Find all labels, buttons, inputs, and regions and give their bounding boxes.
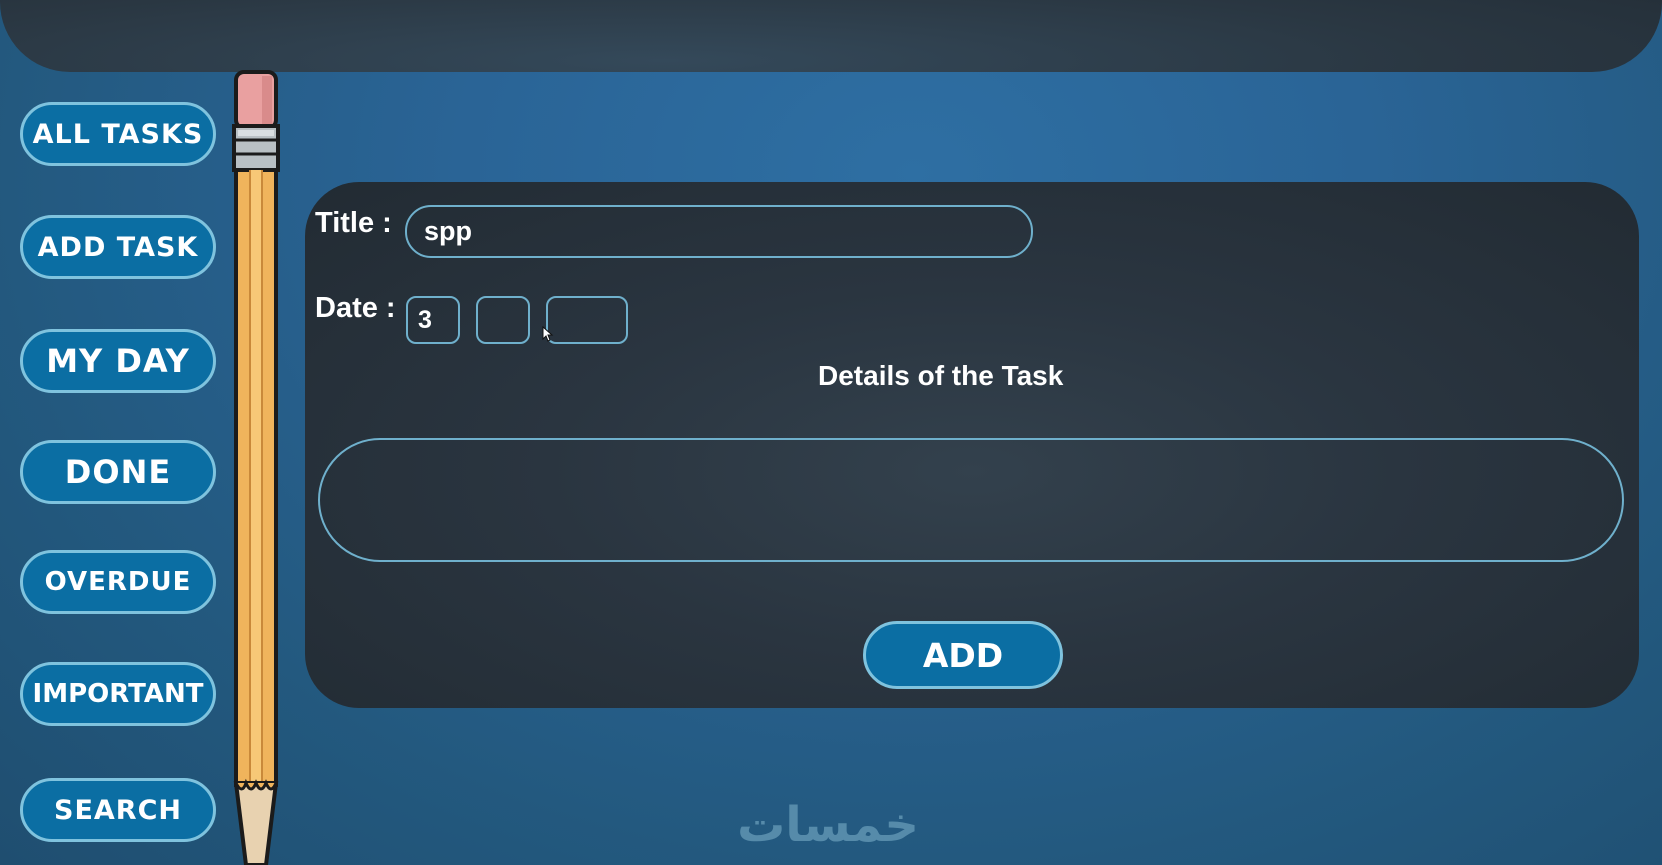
details-textarea[interactable] bbox=[318, 438, 1624, 562]
date-day-input[interactable] bbox=[406, 296, 460, 344]
all-tasks-button[interactable]: ALL TASKS bbox=[20, 102, 216, 166]
my-day-button[interactable]: MY DAY bbox=[20, 329, 216, 393]
top-header-bar bbox=[0, 0, 1662, 72]
pencil-icon bbox=[232, 70, 280, 865]
mouse-pointer-icon bbox=[542, 326, 554, 342]
title-label: Title : bbox=[315, 207, 392, 239]
date-month-input[interactable] bbox=[476, 296, 530, 344]
date-year-input[interactable] bbox=[546, 296, 628, 344]
details-heading: Details of the Task bbox=[818, 360, 1064, 391]
done-button[interactable]: DONE bbox=[20, 440, 216, 504]
add-button[interactable]: ADD bbox=[863, 621, 1063, 689]
title-input[interactable] bbox=[405, 205, 1033, 258]
search-button[interactable]: SEARCH bbox=[20, 778, 216, 842]
important-button[interactable]: IMPORTANT bbox=[20, 662, 216, 726]
date-label: Date : bbox=[315, 292, 396, 324]
overdue-button[interactable]: OVERDUE bbox=[20, 550, 216, 614]
add-task-form-panel: Title : Date : Details of the Task ADD bbox=[305, 182, 1639, 708]
sidebar-nav: ALL TASKS ADD TASK MY DAY DONE OVERDUE I… bbox=[20, 0, 222, 865]
add-task-button[interactable]: ADD TASK bbox=[20, 215, 216, 279]
watermark-logo: خمسات bbox=[737, 797, 919, 853]
